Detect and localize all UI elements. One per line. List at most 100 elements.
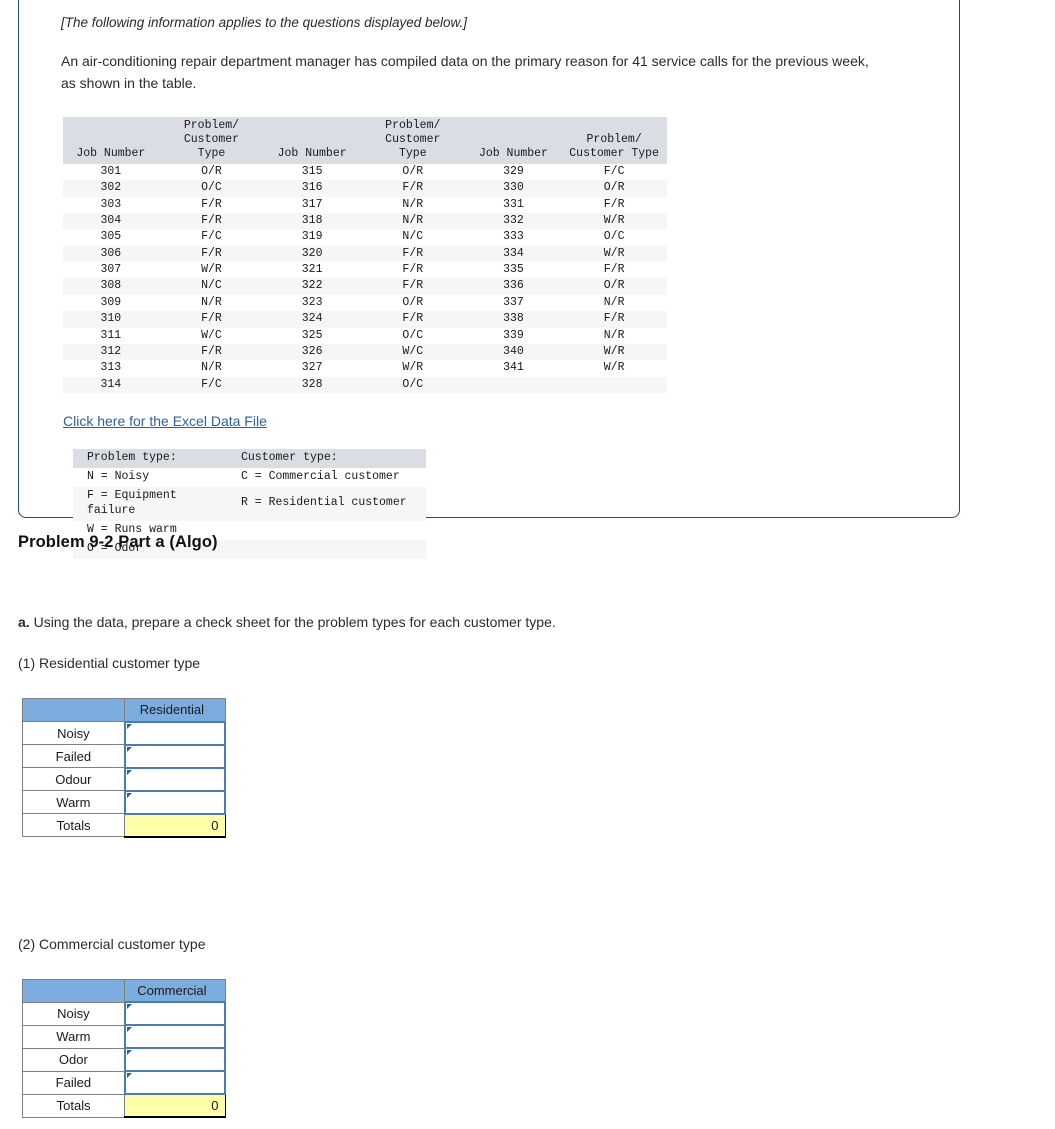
legend-row-1: N = Noisy C = Commercial customer [73,467,426,487]
check-sheet-commercial-body: Commercial Noisy Warm Odor Failed Totals 0 [21,978,227,1118]
problem-type-cell: O/R [603,279,625,293]
job-number-cell: 336 [503,279,524,293]
job-number-cell: 327 [301,361,323,375]
problem-type-cell: O/C [201,181,222,195]
job-number-cell: 308 [100,279,122,293]
legend-problem-noisy: N = Noisy [73,467,233,487]
commercial-header-blank [21,978,126,1003]
data-table-head: Job Number Problem/ Customer Type Job Nu… [63,116,667,164]
data-table-body: 301 O/R 315 O/R 329 F/C 302 O/C 316 F/R 330 O/R 303 F… [63,163,667,393]
problem-type-cell: F/R [201,312,222,326]
commercial-row: Failed [21,1070,227,1095]
commercial-input-odor[interactable] [123,1047,227,1072]
commercial-input-failed[interactable] [123,1070,227,1095]
job-number-cell: 340 [503,344,524,358]
problem-type-cell: O/R [402,295,424,309]
problem-type-cell: F/C [201,377,222,391]
job-number-cell: 309 [100,295,122,309]
problem-type-cell: N/R [201,361,222,375]
job-number-cell: 329 [503,164,524,178]
header-job-number-3: Job Number [465,116,562,164]
residential-column-header: Residential [124,698,226,722]
job-number-cell: 307 [100,263,122,276]
problem-type-cell: W/R [201,263,222,276]
table-row: 308 N/C 322 F/R 336 O/R [63,278,667,295]
problem-type-cell: O/R [402,164,424,178]
legend-header-customer: Customer type: [233,449,426,468]
commercial-row-label: Odor [21,1047,126,1072]
problem-type-cell: F/R [603,263,625,276]
job-number-cell: 333 [503,230,524,244]
job-number-cell: 322 [301,279,323,293]
commercial-input-warm[interactable] [123,1024,227,1049]
subquestion-1-label: (1) Residential customer type [18,655,201,671]
problem-type-cell: O/C [402,377,424,391]
job-number-cell: 323 [301,295,323,309]
problem-type-cell: W/R [603,213,625,227]
commercial-header-row: Commercial [21,978,226,1003]
job-number-cell: 306 [100,246,122,260]
legend-customer-commercial: C = Commercial customer [233,467,426,487]
table-row: 306 F/R 320 F/R 334 W/R [63,245,667,262]
commercial-row: Warm [21,1024,227,1049]
residential-row-label: Odour [21,767,126,791]
residential-input-warm[interactable] [123,789,227,815]
residential-totals-row: Totals 0 [21,813,226,838]
job-number-cell [466,377,562,393]
problem-type-cell: F/R [402,279,424,293]
problem-type-cell: N/R [603,295,625,309]
table-row: 311 W/C 325 O/C 339 N/R [63,327,667,344]
table-row: 313 N/R 327 W/R 341 W/R [63,360,667,377]
problem-type-cell: N/C [201,279,222,293]
table-row: 303 F/R 317 N/R 331 F/R [63,196,667,213]
residential-input-noisy[interactable] [123,720,227,746]
job-number-cell: 341 [503,361,524,375]
job-number-cell: 325 [301,328,323,342]
part-a-text: Using the data, prepare a check sheet fo… [29,614,556,630]
problem-type-cell: F/R [402,181,424,195]
legend-customer-residential: R = Residential customer [233,486,426,521]
table-row: 310 F/R 324 F/R 338 F/R [63,311,667,328]
check-sheet-commercial: Commercial Noisy Warm Odor Failed Totals 0 [21,978,227,1118]
problem-type-cell: W/C [201,328,222,342]
problem-type-cell [561,377,667,393]
question-area: Problem 9-2 Part a (Algo) a. Using the d… [18,533,1028,1118]
commercial-row: Noisy [21,1001,227,1026]
commercial-totals-row: Totals 0 [21,1093,226,1118]
problem-type-cell: F/R [201,213,222,227]
job-number-cell: 338 [503,312,524,326]
job-number-cell: 331 [503,197,524,211]
residential-row: Warm [21,789,227,815]
job-number-cell: 319 [301,230,323,244]
excel-data-file-link[interactable]: Click here for the Excel Data File [63,413,267,429]
table-row: 304 F/R 318 N/R 332 W/R [63,212,667,230]
job-number-cell: 314 [100,377,122,391]
table-row: 309 N/R 323 O/R 337 N/R [63,294,667,312]
problem-type-cell: W/C [402,344,424,358]
residential-header-row: Residential [21,698,226,722]
residential-input-odour[interactable] [123,766,227,792]
residential-header-blank [21,698,126,722]
commercial-input-noisy[interactable] [123,1001,227,1026]
part-a-instruction: a. Using the data, prepare a check sheet… [18,612,1028,633]
table-row: 314 F/C 328 O/C [63,376,667,393]
problem-type-cell: W/R [603,361,625,375]
problem-type-cell: N/R [402,197,424,211]
problem-type-cell: F/R [402,312,424,326]
header-job-number-1: Job Number [63,116,159,164]
job-number-cell: 330 [503,181,524,195]
check-sheet-residential: Residential Noisy Failed Odour Warm Totals 0 [21,698,227,838]
problem-type-cell: O/C [603,230,625,244]
problem-type-cell: W/R [402,361,424,375]
problem-type-cell: F/R [201,197,222,211]
job-number-cell: 301 [100,164,122,178]
residential-row-label: Warm [21,790,126,814]
legend-header-row: Problem type: Customer type: [73,449,426,468]
job-number-cell: 303 [100,197,122,211]
problem-type-cell: F/R [201,344,222,358]
job-number-cell: 332 [503,213,524,227]
problem-type-cell: O/R [603,181,625,195]
job-number-cell: 315 [301,164,323,178]
residential-input-failed[interactable] [123,743,227,769]
job-number-cell: 310 [100,312,122,326]
